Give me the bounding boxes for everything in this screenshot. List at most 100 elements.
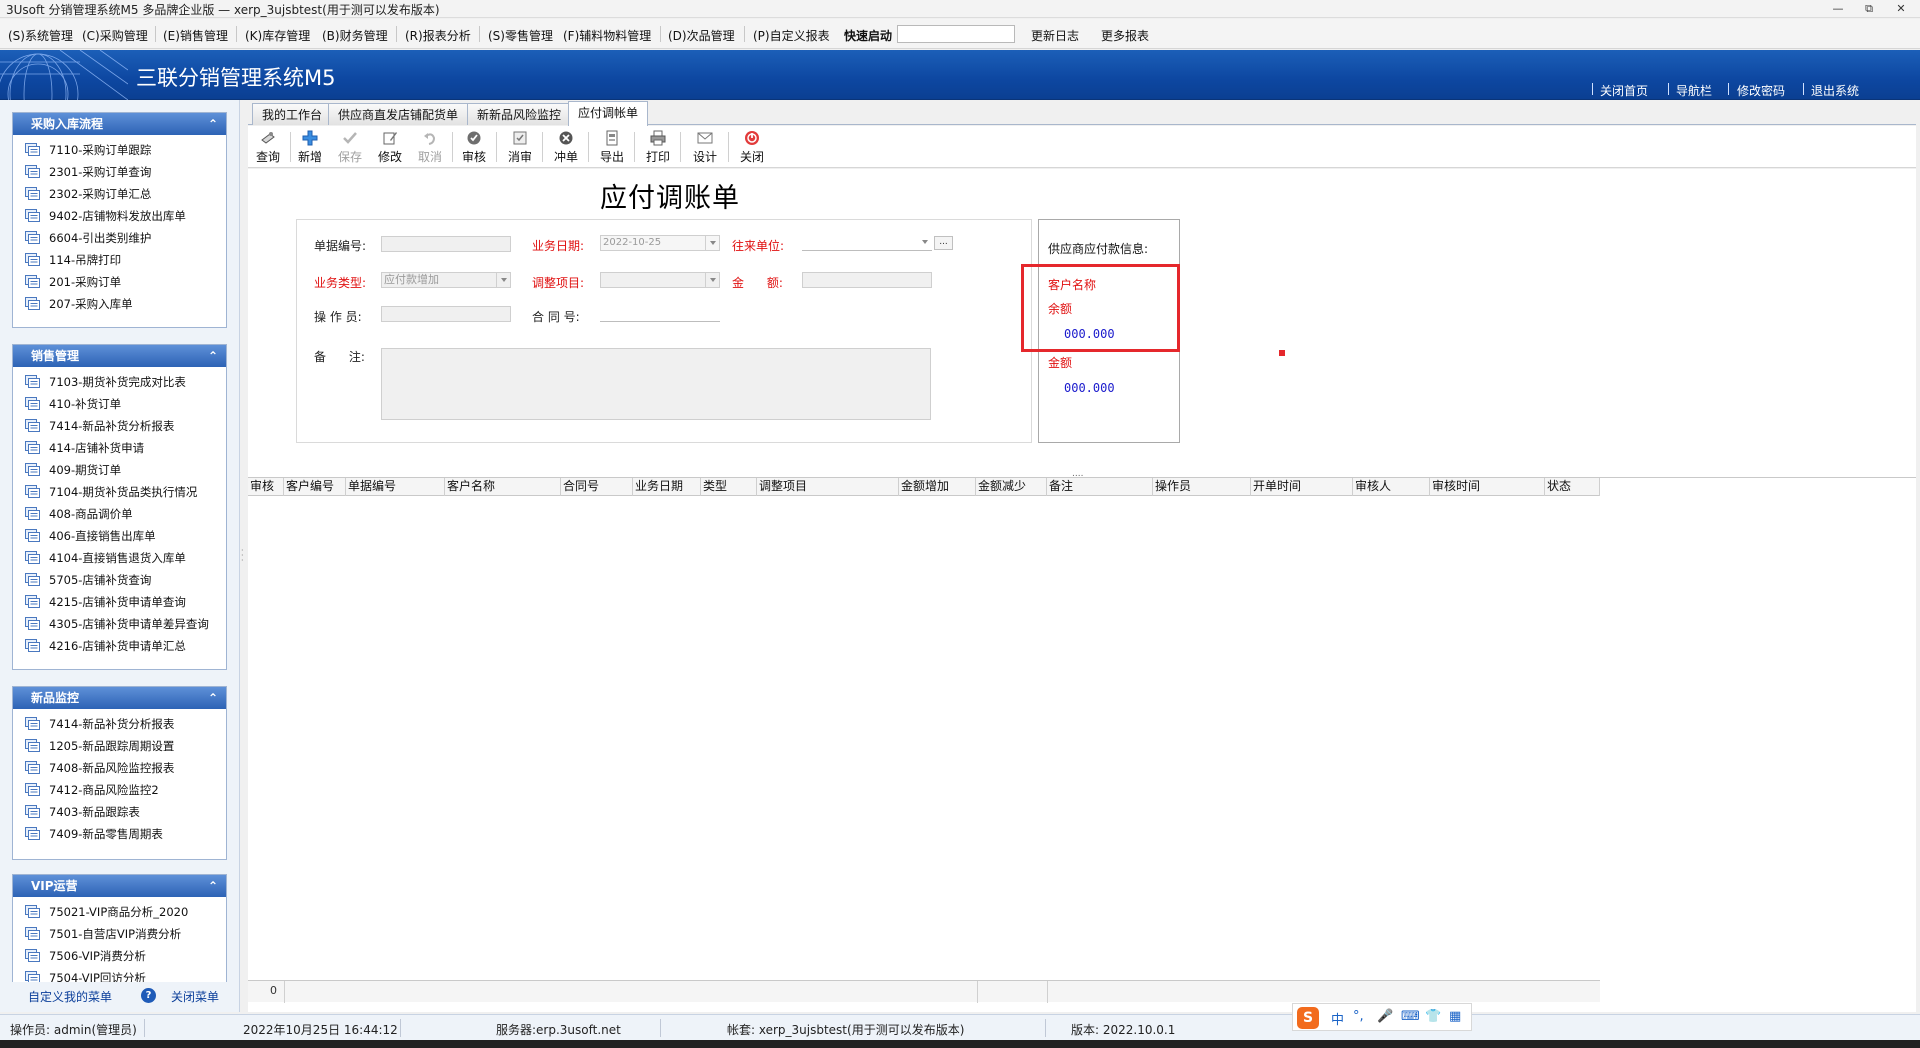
sidebar-item[interactable]: 5705-店铺补货查询 xyxy=(13,569,226,591)
menu-retail[interactable]: (S)零售管理 xyxy=(488,27,553,44)
column-header[interactable]: 单据编号 xyxy=(346,478,445,496)
close-home-link[interactable]: 关闭首页 xyxy=(1600,82,1648,99)
sidebar-item[interactable]: 7506-VIP消费分析 xyxy=(13,945,226,967)
collapse-icon[interactable]: ⌃ xyxy=(208,875,218,897)
sidebar-item[interactable]: 410-补货订单 xyxy=(13,393,226,415)
column-header[interactable]: 审核人 xyxy=(1353,478,1430,496)
chevron-down-icon[interactable] xyxy=(705,273,719,287)
column-header[interactable]: 业务日期 xyxy=(633,478,701,496)
sidebar-item[interactable]: 7403-新品跟踪表 xyxy=(13,801,226,823)
sidebar-item[interactable]: 7501-自营店VIP消费分析 xyxy=(13,923,226,945)
chevron-down-icon[interactable] xyxy=(496,273,510,287)
sidebar-item[interactable]: 4305-店铺补货申请单差异查询 xyxy=(13,613,226,635)
partner-lookup-button[interactable]: ... xyxy=(934,236,953,250)
collapse-icon[interactable]: ⌃ xyxy=(208,113,218,135)
sidebar-item[interactable]: 7104-期货补货品类执行情况 xyxy=(13,481,226,503)
quick-launch-input[interactable] xyxy=(897,25,1015,43)
close-window-icon[interactable]: ✕ xyxy=(1888,0,1914,18)
tab-new-product-risk[interactable]: 新新品风险监控 xyxy=(467,103,572,125)
help-icon[interactable]: ? xyxy=(141,988,156,1003)
approve-button[interactable]: 审核 xyxy=(454,130,494,166)
add-button[interactable]: 新增 xyxy=(290,130,330,166)
remark-textarea[interactable] xyxy=(381,348,931,420)
partner-select[interactable] xyxy=(802,235,932,251)
search-button[interactable]: 查询 xyxy=(248,130,288,166)
column-header[interactable]: 状态 xyxy=(1545,478,1600,496)
menu-finance[interactable]: (B)财务管理 xyxy=(322,27,388,44)
sidebar-item[interactable]: 4215-店铺补货申请单查询 xyxy=(13,591,226,613)
sidebar-item[interactable]: 409-期货订单 xyxy=(13,459,226,481)
sidebar-item[interactable]: 2301-采购订单查询 xyxy=(13,161,226,183)
column-header[interactable]: 合同号 xyxy=(561,478,633,496)
column-header[interactable]: 审核 xyxy=(248,478,284,496)
chevron-down-icon[interactable] xyxy=(918,235,932,249)
more-reports-link[interactable]: 更多报表 xyxy=(1101,27,1149,44)
column-header[interactable]: 备注 xyxy=(1047,478,1153,496)
unapprove-button[interactable]: 消审 xyxy=(500,130,540,166)
collapse-icon[interactable]: ⌃ xyxy=(208,687,218,709)
save-button[interactable]: 保存 xyxy=(330,130,370,166)
collapse-icon[interactable]: ⌃ xyxy=(208,345,218,367)
menu-inventory[interactable]: (K)库存管理 xyxy=(245,27,310,44)
sidebar-item[interactable]: 7504-VIP回访分析 xyxy=(13,967,226,982)
column-header[interactable]: 操作员 xyxy=(1153,478,1251,496)
biz-date-picker[interactable]: 2022-10-25 xyxy=(600,235,720,251)
cancel-button[interactable]: 取消 xyxy=(410,130,450,166)
sidebar-item[interactable]: 1205-新品跟踪周期设置 xyxy=(13,735,226,757)
menu-custom-reports[interactable]: (P)自定义报表 xyxy=(753,27,830,44)
sidebar-item[interactable]: 201-采购订单 xyxy=(13,271,226,293)
sidebar-item[interactable]: 114-吊牌打印 xyxy=(13,249,226,271)
panel-header[interactable]: 销售管理 ⌃ xyxy=(13,345,226,367)
column-header[interactable]: 开单时间 xyxy=(1251,478,1353,496)
sidebar-item[interactable]: 7408-新品风险监控报表 xyxy=(13,757,226,779)
sidebar-item[interactable]: 4216-店铺补货申请单汇总 xyxy=(13,635,226,657)
column-header[interactable]: 金额减少 xyxy=(976,478,1047,496)
navbar-link[interactable]: 导航栏 xyxy=(1676,82,1712,99)
sidebar-item[interactable]: 7412-商品风险监控2 xyxy=(13,779,226,801)
sidebar-item[interactable]: 414-店铺补货申请 xyxy=(13,437,226,459)
custom-menu-link[interactable]: 自定义我的菜单 xyxy=(28,988,112,1005)
menu-system[interactable]: (S)系统管理 xyxy=(8,27,73,44)
menu-sales[interactable]: (E)销售管理 xyxy=(163,27,228,44)
sidebar-item[interactable]: 406-直接销售出库单 xyxy=(13,525,226,547)
panel-header[interactable]: 新品监控 ⌃ xyxy=(13,687,226,709)
sidebar-item[interactable]: 7409-新品零售周期表 xyxy=(13,823,226,845)
close-button[interactable]: 关闭 xyxy=(732,130,772,166)
menu-materials[interactable]: (F)辅料物料管理 xyxy=(563,27,651,44)
keyboard-icon[interactable]: ⌨ xyxy=(1401,1009,1420,1024)
print-button[interactable]: 打印 xyxy=(638,130,678,166)
column-header[interactable]: 调整项目 xyxy=(757,478,899,496)
export-button[interactable]: 导出 xyxy=(592,130,632,166)
adjust-item-select[interactable] xyxy=(600,272,720,288)
design-button[interactable]: 设计 xyxy=(685,130,725,166)
menu-purchase[interactable]: (C)采购管理 xyxy=(82,27,148,44)
close-menu-link[interactable]: 关闭菜单 xyxy=(171,988,219,1005)
ime-punctuation-icon[interactable]: °, xyxy=(1353,1009,1364,1024)
sidebar-item[interactable]: 75021-VIP商品分析_2020 xyxy=(13,901,226,923)
tab-payable-adjustment[interactable]: 应付调帐单 xyxy=(568,101,649,126)
sidebar-item[interactable]: 6604-引出类别维护 xyxy=(13,227,226,249)
sidebar-item[interactable]: 7414-新品补货分析报表 xyxy=(13,415,226,437)
sidebar-splitter[interactable]: · · · xyxy=(241,547,244,565)
tab-supplier-direct-shipment[interactable]: 供应商直发店铺配货单 xyxy=(328,103,469,125)
sidebar-item[interactable]: 408-商品调价单 xyxy=(13,503,226,525)
sidebar-item[interactable]: 7414-新品补货分析报表 xyxy=(13,713,226,735)
ime-logo-icon[interactable]: S xyxy=(1297,1007,1319,1029)
doc-no-input[interactable] xyxy=(381,236,511,252)
column-header[interactable]: 类型 xyxy=(701,478,757,496)
sidebar-item[interactable]: 9402-店铺物料发放出库单 xyxy=(13,205,226,227)
contract-input[interactable] xyxy=(600,306,720,322)
chevron-down-icon[interactable] xyxy=(705,236,719,250)
menu-defects[interactable]: (D)次品管理 xyxy=(668,27,735,44)
column-header[interactable]: 客户名称 xyxy=(445,478,561,496)
edit-button[interactable]: 修改 xyxy=(370,130,410,166)
ime-language-toggle[interactable]: 中 xyxy=(1331,1009,1344,1028)
minimize-icon[interactable]: — xyxy=(1825,0,1851,18)
reverse-order-button[interactable]: 冲单 xyxy=(546,130,586,166)
logout-link[interactable]: 退出系统 xyxy=(1811,82,1859,99)
sidebar-item[interactable]: 207-采购入库单 xyxy=(13,293,226,315)
change-password-link[interactable]: 修改密码 xyxy=(1737,82,1785,99)
tab-workbench[interactable]: 我的工作台 xyxy=(252,103,333,125)
skin-icon[interactable]: 👕 xyxy=(1425,1009,1441,1024)
restore-icon[interactable]: ⧉ xyxy=(1856,0,1882,18)
